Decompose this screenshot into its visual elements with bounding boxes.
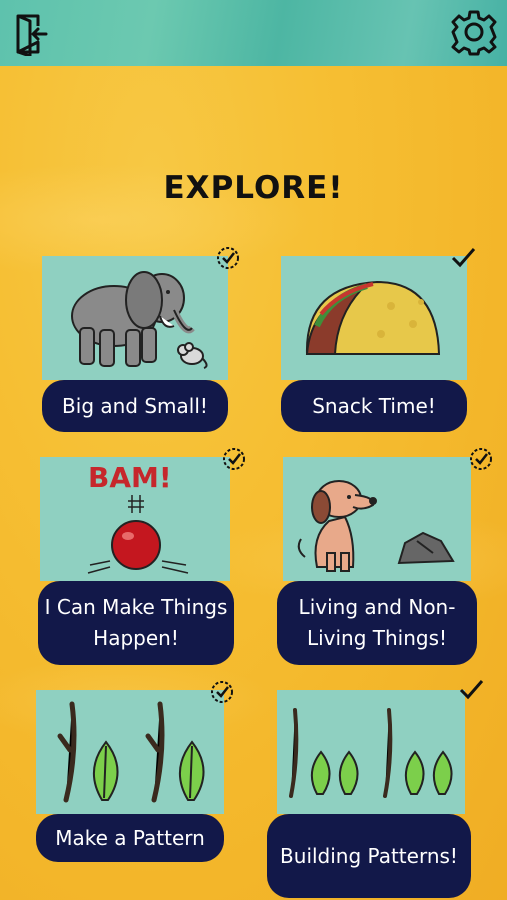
gear-icon[interactable] [451,10,497,56]
activity-card-building-patterns[interactable]: Building Patterns! [267,680,484,898]
activity-label[interactable]: Snack Time! [281,380,467,432]
activity-card-big-and-small[interactable]: Big and Small! [42,247,239,432]
in-progress-status-icon [220,445,248,473]
bam-art-text: BAM! [88,461,172,494]
activity-label[interactable]: Make a Pattern [36,814,224,862]
in-progress-status-icon [214,244,242,272]
activity-card-make-things-happen[interactable]: BAM! I Can Make Things Happen! [38,448,245,665]
activity-label[interactable]: Building Patterns! [267,814,471,898]
activity-card-make-a-pattern[interactable]: Make a Pattern [36,681,233,862]
in-progress-status-icon [467,445,495,473]
activity-label[interactable]: Living and Non-Living Things! [277,581,477,665]
activity-card-living-nonliving[interactable]: Living and Non-Living Things! [277,448,492,665]
activity-card-snack-time[interactable]: Snack Time! [281,248,476,432]
exit-door-icon[interactable] [12,12,48,58]
taco-illustration [281,256,467,380]
in-progress-status-icon [208,678,236,706]
activity-label[interactable]: I Can Make Things Happen! [38,581,234,665]
bouncing-ball-illustration: BAM! [40,457,230,581]
stick-leaf-pattern-illustration [36,690,224,814]
elephant-mouse-illustration [42,256,228,380]
activity-label[interactable]: Big and Small! [42,380,228,432]
checkmark-icon [449,244,477,272]
page-title: EXPLORE! [163,170,344,206]
stick-leaf-leaf-pattern-illustration [277,690,465,814]
top-bar [0,0,507,66]
dog-and-rock-illustration [283,457,471,581]
checkmark-icon [457,676,485,704]
